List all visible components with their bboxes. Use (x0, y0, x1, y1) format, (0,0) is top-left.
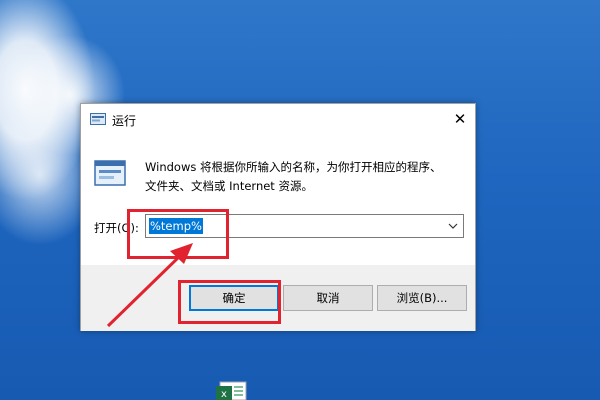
excel-file-icon: x (216, 381, 247, 400)
svg-text:x: x (221, 389, 227, 400)
annotation-arrow (106, 243, 193, 328)
